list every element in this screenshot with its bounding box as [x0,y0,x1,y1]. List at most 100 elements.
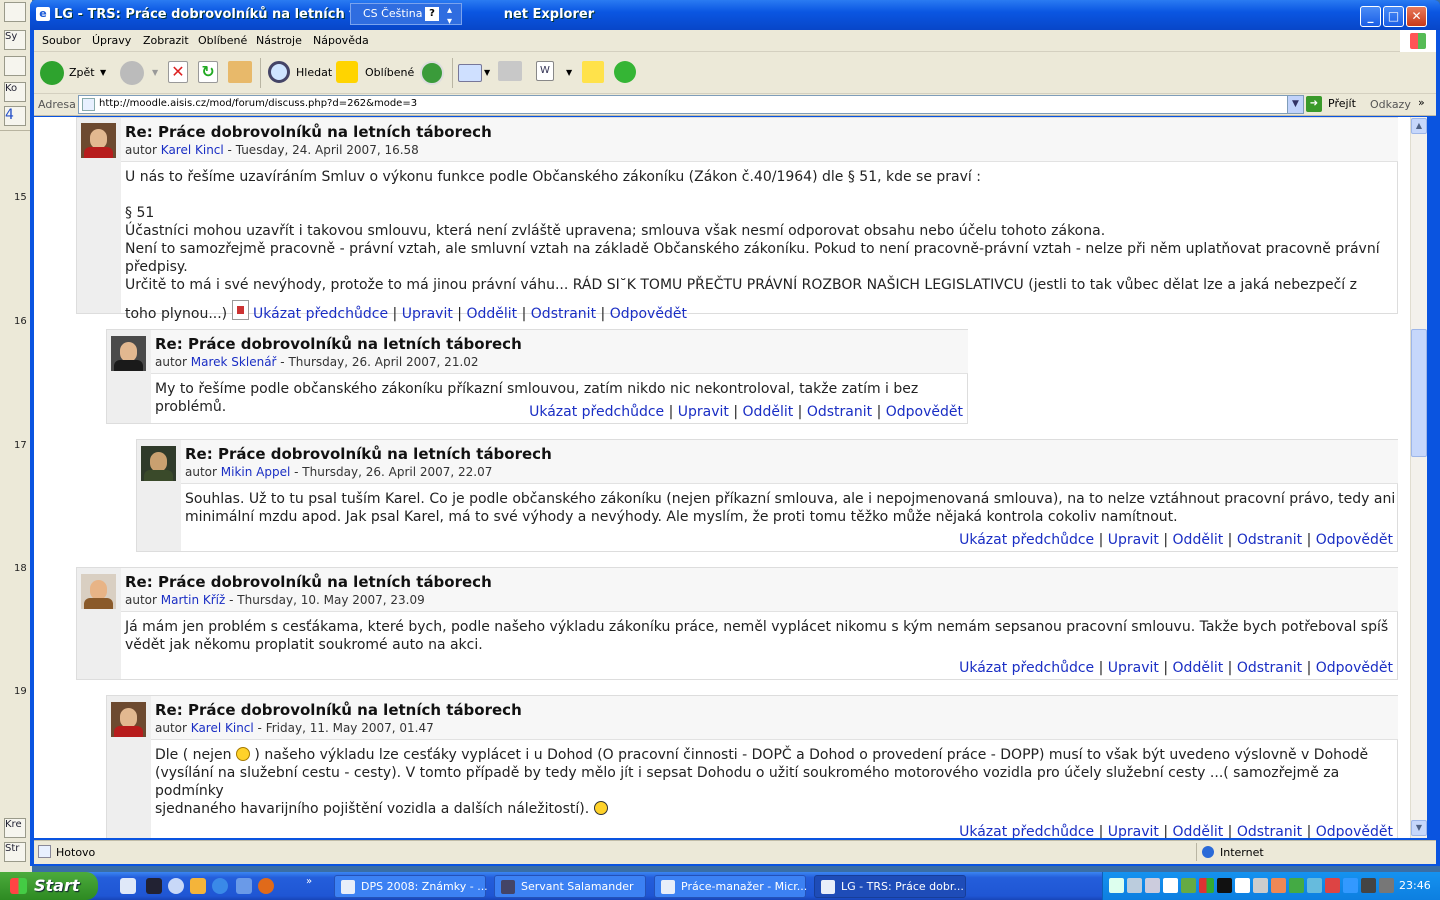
scroll-up-icon[interactable]: ▲ [1411,118,1427,134]
stop-icon[interactable]: ✕ [168,61,188,83]
edit-in-word-icon[interactable]: W [536,61,554,81]
address-dropdown-icon[interactable]: ▼ [1287,96,1303,113]
favorites-button-label[interactable]: Oblíbené [365,66,414,79]
show-parent-link[interactable]: Ukázat předchůdce [959,660,1094,676]
quicklaunch-icon[interactable] [190,878,206,894]
start-button[interactable]: Start [0,872,98,900]
player-icon[interactable] [168,878,184,894]
author-link[interactable]: Karel Kincl [161,143,224,157]
close-button[interactable]: ✕ [1406,6,1427,27]
avatar[interactable] [111,702,146,737]
reply-link[interactable]: Odpovědět [1316,532,1393,548]
tray-icon[interactable] [1361,878,1376,893]
author-link[interactable]: Karel Kincl [191,721,254,735]
menu-edit[interactable]: Úpravy [92,34,131,47]
media-icon[interactable] [146,878,162,894]
tray-icon[interactable] [1271,878,1286,893]
delete-link[interactable]: Odstranit [1237,532,1302,548]
menu-favorites[interactable]: Oblíbené [198,34,247,47]
tray-icon[interactable] [1181,878,1196,893]
quicklaunch-chevron-icon[interactable]: » [306,876,312,887]
menu-tools[interactable]: Nástroje [256,34,302,47]
author-link[interactable]: Marek Sklenář [191,355,277,369]
split-link[interactable]: Oddělit [1173,660,1224,676]
tray-icon[interactable] [1145,878,1160,893]
minimize-button[interactable]: _ [1360,6,1381,27]
tray-icon[interactable] [1109,878,1124,893]
scroll-down-icon[interactable]: ▼ [1411,820,1427,836]
language-bar[interactable]: CS Čeština ? ▴ ▾ [350,3,462,27]
icq-flower-icon[interactable] [614,61,636,83]
tray-icon[interactable] [1325,878,1340,893]
links-chevron-icon[interactable]: » [1418,96,1425,109]
split-link[interactable]: Oddělit [1173,824,1224,838]
refresh-icon[interactable]: ↻ [198,61,218,83]
delete-link[interactable]: Odstranit [531,306,596,322]
reply-link[interactable]: Odpovědět [1316,824,1393,838]
reply-link[interactable]: Odpovědět [1316,660,1393,676]
delete-link[interactable]: Odstranit [807,404,872,420]
clock[interactable]: 23:46 [1399,879,1431,892]
show-parent-link[interactable]: Ukázat předchůdce [959,824,1094,838]
delete-link[interactable]: Odstranit [1237,660,1302,676]
menu-view[interactable]: Zobrazit [143,34,189,47]
split-link[interactable]: Oddělit [466,306,517,322]
print-icon[interactable] [498,61,522,81]
task-ie[interactable]: LG - TRS: Práce dobr... [814,875,966,898]
edit-link[interactable]: Upravit [1108,824,1159,838]
reply-link[interactable]: Odpovědět [886,404,963,420]
edit-link[interactable]: Upravit [1108,532,1159,548]
back-arrow-icon[interactable] [40,61,64,85]
firefox-icon[interactable] [258,878,274,894]
back-button-label[interactable]: Zpět [69,66,95,79]
title-bar[interactable]: e LG - TRS: Práce dobrovolníků na letníc… [30,0,1440,30]
mail-icon[interactable] [458,64,482,82]
search-button-label[interactable]: Hledat [296,66,332,79]
task-dps[interactable]: DPS 2008: Známky - ... [334,875,488,898]
ie-quicklaunch-icon[interactable] [212,878,228,894]
tray-icon[interactable] [1163,878,1178,893]
menu-file[interactable]: Soubor [42,34,81,47]
help-icon[interactable]: ? [425,7,439,21]
show-parent-link[interactable]: Ukázat předchůdce [529,404,664,420]
tray-icon[interactable] [1307,878,1322,893]
history-icon[interactable] [420,61,444,85]
language-bar-options-icon[interactable]: ▴ ▾ [447,5,452,27]
tray-icon[interactable] [1379,878,1394,893]
mail-dropdown-icon[interactable]: ▼ [484,68,490,77]
ie-icon[interactable]: e [36,7,50,21]
reply-link[interactable]: Odpovědět [610,306,687,322]
edit-link[interactable]: Upravit [402,306,453,322]
tray-icon[interactable] [1289,878,1304,893]
vertical-scrollbar[interactable]: ▲ ▼ [1410,117,1427,838]
task-salamander[interactable]: Servant Salamander [494,875,646,898]
scroll-thumb[interactable] [1411,329,1427,457]
forward-arrow-icon[interactable] [120,61,144,85]
menu-help[interactable]: Nápověda [313,34,369,47]
show-parent-link[interactable]: Ukázat předchůdce [253,306,388,322]
address-url[interactable]: http://moodle.aisis.cz/mod/forum/discuss… [99,98,417,109]
avatar[interactable] [141,446,176,481]
home-icon[interactable] [228,61,252,83]
links-button[interactable]: Odkazy [1370,98,1411,111]
split-link[interactable]: Oddělit [743,404,794,420]
tray-icon[interactable] [1217,878,1232,893]
search-icon[interactable] [268,61,290,83]
forward-dropdown-icon[interactable]: ▼ [152,68,158,77]
edit-link[interactable]: Upravit [678,404,729,420]
go-button[interactable]: ➜ Přejít [1306,95,1362,114]
avatar[interactable] [81,574,116,609]
tray-icon[interactable] [1199,878,1214,893]
tray-icon[interactable] [1127,878,1142,893]
favorites-star-icon[interactable] [336,61,358,83]
tray-icon[interactable] [1253,878,1268,893]
task-word[interactable]: Práce-manažer - Micr... [654,875,807,898]
split-link[interactable]: Oddělit [1173,532,1224,548]
edit-dropdown-icon[interactable]: ▼ [566,68,572,77]
messenger-note-icon[interactable] [582,61,604,83]
desktop-icon[interactable] [120,878,136,894]
author-link[interactable]: Martin Kříž [161,593,226,607]
outlook-icon[interactable] [236,878,252,894]
maximize-button[interactable]: □ [1383,6,1404,27]
tray-icon[interactable] [1235,878,1250,893]
